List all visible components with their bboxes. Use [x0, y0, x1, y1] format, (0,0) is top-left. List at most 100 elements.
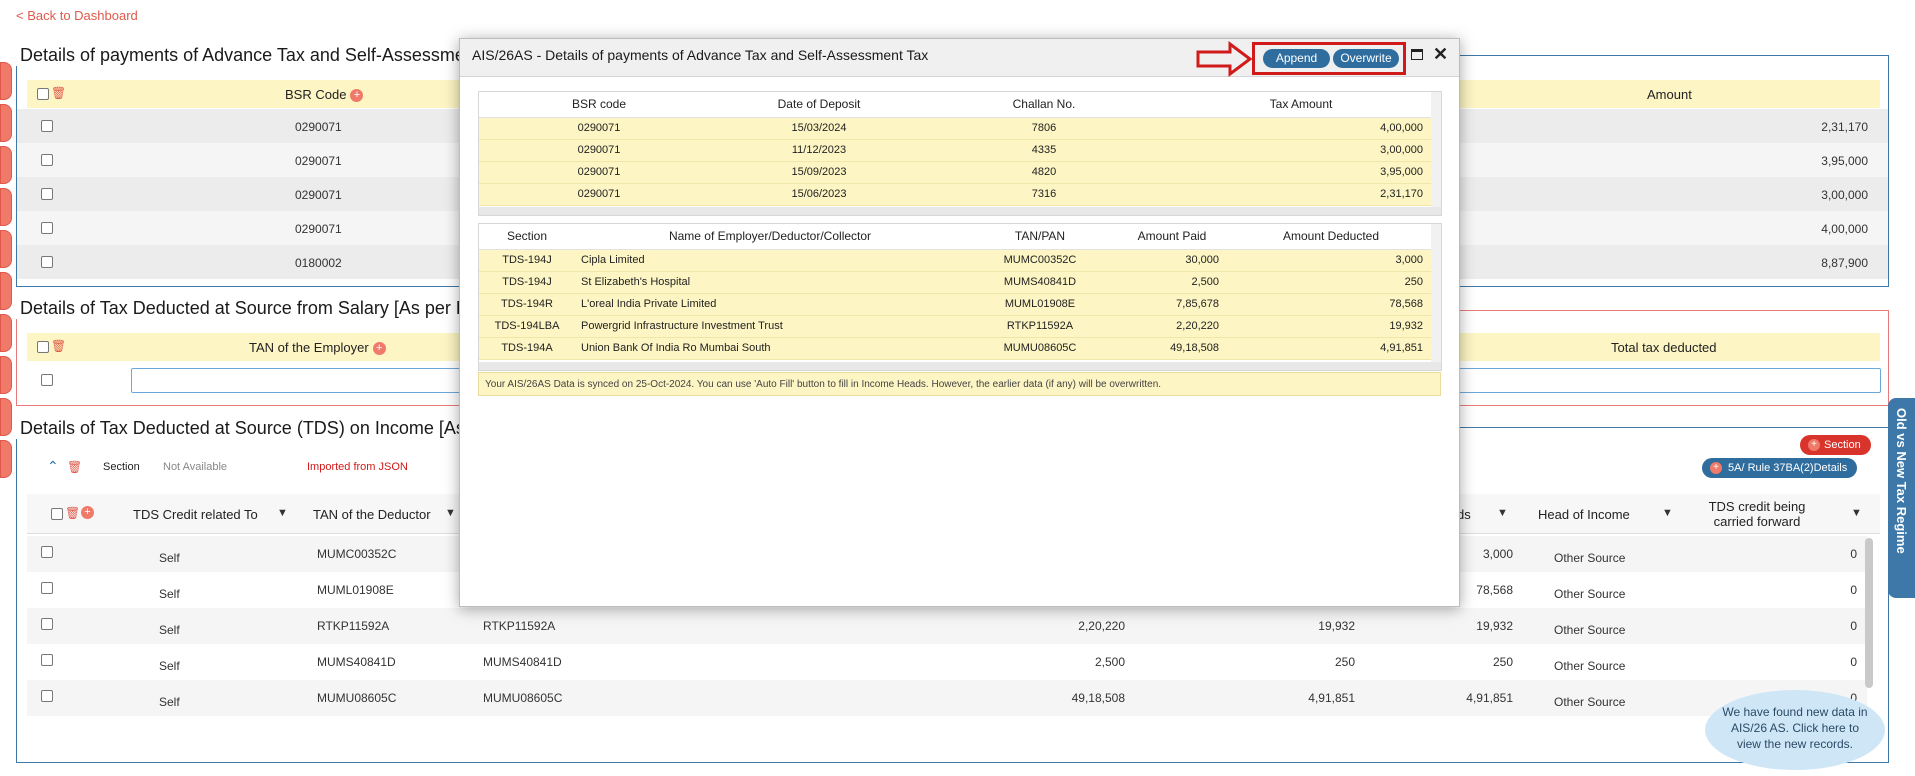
- bsr-cell: 0290071: [479, 117, 719, 140]
- rail-button[interactable]: [0, 440, 12, 478]
- head-cell: Other Source: [1554, 551, 1626, 565]
- rail-button[interactable]: [0, 146, 12, 184]
- row-checkbox[interactable]: [41, 690, 53, 702]
- paid-cell: 2,20,220: [1078, 619, 1125, 633]
- delete-icon[interactable]: 🗑: [51, 86, 66, 100]
- sync-note: Your AIS/26AS Data is synced on 25-Oct-2…: [478, 372, 1441, 396]
- amount-cell: 3,95,000: [1821, 154, 1868, 168]
- col-section: Section: [479, 224, 575, 250]
- rail-button[interactable]: [0, 104, 12, 142]
- row-checkbox[interactable]: [41, 618, 53, 630]
- vertical-scrollbar[interactable]: [1431, 92, 1441, 215]
- tan-cell: MUMU08605C: [965, 337, 1115, 360]
- table-row: TDS-194J Cipla Limited MUMC00352C 30,000…: [479, 249, 1433, 272]
- row-checkbox[interactable]: [41, 120, 53, 132]
- tan-cell: MUML01908E: [317, 583, 394, 597]
- tax-payments-table: BSR code Date of Deposit Challan No. Tax…: [479, 92, 1433, 206]
- paid-cell: 2,500: [1115, 271, 1229, 294]
- rail-button[interactable]: [0, 398, 12, 436]
- section-cell: TDS-194J: [479, 271, 575, 294]
- head-cell: Other Source: [1554, 659, 1626, 673]
- tan-cell: MUMS40841D: [317, 655, 396, 669]
- col-bsr-code: BSR code: [479, 92, 719, 118]
- table-header-row: BSR code Date of Deposit Challan No. Tax…: [479, 92, 1433, 118]
- vertical-scrollbar[interactable]: [1431, 224, 1441, 370]
- date-cell: 15/03/2024: [719, 117, 919, 140]
- rail-button[interactable]: [0, 272, 12, 310]
- horizontal-scrollbar[interactable]: [479, 207, 1441, 215]
- add-icon[interactable]: +: [81, 506, 94, 519]
- filter-icon[interactable]: ▼: [1497, 507, 1508, 519]
- row-checkbox[interactable]: [41, 374, 53, 386]
- tan-cell: RTKP11592A: [965, 315, 1115, 338]
- ais-26as-dialog: AIS/26AS - Details of payments of Advanc…: [459, 38, 1460, 607]
- old-vs-new-regime-tab[interactable]: Old vs New Tax Regime: [1888, 398, 1915, 598]
- amount-cell: 3,00,000: [1169, 139, 1433, 162]
- row-checkbox[interactable]: [41, 188, 53, 200]
- rail-button[interactable]: [0, 314, 12, 352]
- select-all-checkbox[interactable]: [51, 508, 63, 520]
- filter-icon[interactable]: ▼: [445, 507, 456, 519]
- deducted-cell: 4,91,851: [1229, 337, 1433, 360]
- section-cell: TDS-194LBA: [479, 315, 575, 338]
- date-cell: 15/09/2023: [719, 161, 919, 184]
- new-ais-data-bubble[interactable]: We have found new data in AIS/26 AS. Cli…: [1705, 690, 1885, 770]
- row-checkbox[interactable]: [41, 654, 53, 666]
- paid-cell: 49,18,508: [1071, 691, 1125, 705]
- section-value: Not Available: [163, 461, 228, 473]
- rail-button[interactable]: [0, 188, 12, 226]
- rule-37ba-details-button[interactable]: +5A/ Rule 37BA(2)Details: [1702, 458, 1858, 478]
- filter-icon[interactable]: ▼: [1662, 507, 1673, 519]
- tan-cell: MUMC00352C: [317, 547, 397, 561]
- add-icon: +: [1808, 439, 1820, 451]
- challan-cell: 4335: [919, 139, 1169, 162]
- add-section-button[interactable]: + Section: [1800, 435, 1871, 455]
- col-date-of-deposit: Date of Deposit: [719, 92, 919, 118]
- rail-button[interactable]: [0, 62, 12, 100]
- row-checkbox[interactable]: [41, 546, 53, 558]
- append-button[interactable]: Append: [1263, 49, 1330, 68]
- row-checkbox[interactable]: [41, 582, 53, 594]
- tan-cell: MUMS40841D: [965, 271, 1115, 294]
- paid-cell: 2,500: [1094, 655, 1125, 669]
- rail-button[interactable]: [0, 230, 12, 268]
- close-icon[interactable]: ✕: [1433, 44, 1448, 65]
- col-tan-pan: TAN/PAN: [965, 224, 1115, 250]
- bsr-cell: 0290071: [295, 154, 342, 168]
- overwrite-button[interactable]: Overwrite: [1333, 49, 1399, 68]
- select-all-checkbox[interactable]: [37, 88, 49, 100]
- add-icon[interactable]: +: [350, 89, 364, 103]
- horizontal-scrollbar[interactable]: [479, 362, 1441, 370]
- collapse-chevron-icon[interactable]: ⌃: [47, 458, 59, 475]
- back-to-dashboard-link[interactable]: < Back to Dashboard: [16, 8, 138, 23]
- row-checkbox[interactable]: [41, 222, 53, 234]
- section-cell: TDS-194R: [479, 293, 575, 316]
- vertical-scrollbar[interactable]: [1865, 538, 1873, 688]
- add-icon[interactable]: +: [372, 342, 386, 356]
- deducted-cell: 78,568: [1229, 293, 1433, 316]
- deducted-cell: 250: [1229, 271, 1433, 294]
- col-amount-paid: Amount Paid: [1115, 224, 1229, 250]
- tan-cell: MUML01908E: [965, 293, 1115, 316]
- filter-icon[interactable]: ▼: [1851, 507, 1862, 519]
- row-checkbox[interactable]: [41, 154, 53, 166]
- tan2-cell: RTKP11592A: [483, 619, 556, 633]
- maximize-icon[interactable]: [1411, 49, 1423, 60]
- advance-tax-title: Details of payments of Advance Tax and S…: [16, 45, 517, 66]
- filter-icon[interactable]: ▼: [277, 507, 288, 519]
- table-row: 0290071 11/12/2023 4335 3,00,000: [479, 139, 1433, 162]
- head-cell: Other Source: [1554, 587, 1626, 601]
- bsr-cell: 0180002: [295, 256, 342, 270]
- delete-icon[interactable]: 🗑: [65, 506, 80, 520]
- name-cell: Union Bank Of India Ro Mumbai South: [575, 337, 965, 360]
- amount-cell: 4,00,000: [1821, 222, 1868, 236]
- challan-cell: 7316: [919, 183, 1169, 206]
- delete-icon[interactable]: 🗑: [67, 460, 82, 474]
- challan-cell: 7806: [919, 117, 1169, 140]
- rail-button[interactable]: [0, 356, 12, 394]
- select-all-checkbox[interactable]: [37, 341, 49, 353]
- delete-icon[interactable]: 🗑: [51, 339, 66, 353]
- row-checkbox[interactable]: [41, 256, 53, 268]
- amount-cell: 2,31,170: [1169, 183, 1433, 206]
- name-cell: Powergrid Infrastructure Investment Trus…: [575, 315, 965, 338]
